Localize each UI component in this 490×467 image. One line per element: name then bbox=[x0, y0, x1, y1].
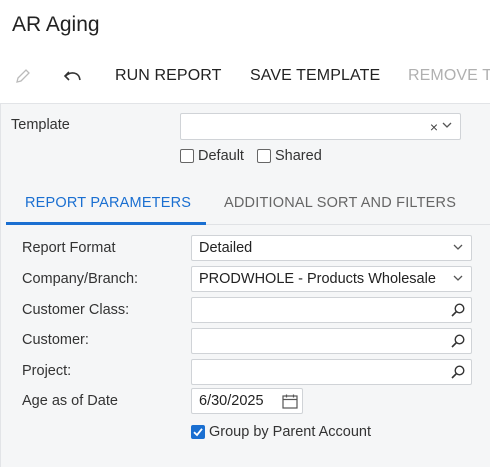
report-format-value: Detailed bbox=[199, 240, 253, 256]
check-icon bbox=[193, 428, 203, 437]
company-branch-label: Company/Branch: bbox=[22, 271, 139, 287]
shared-checkbox[interactable]: Shared bbox=[257, 148, 322, 164]
clear-icon[interactable]: × bbox=[430, 119, 438, 135]
run-report-button[interactable]: RUN REPORT bbox=[115, 67, 222, 85]
group-by-parent-label: Group by Parent Account bbox=[209, 424, 372, 440]
customer-label: Customer: bbox=[22, 332, 89, 348]
page-title: AR Aging bbox=[12, 13, 100, 36]
report-format-select[interactable]: Detailed bbox=[191, 235, 472, 261]
template-select[interactable]: × bbox=[180, 113, 461, 140]
company-branch-select[interactable]: PRODWHOLE - Products Wholesale bbox=[191, 266, 472, 292]
toolbar: RUN REPORT SAVE TEMPLATE REMOVE T bbox=[0, 58, 490, 94]
search-icon[interactable] bbox=[450, 302, 466, 318]
company-branch-value: PRODWHOLE - Products Wholesale bbox=[199, 271, 436, 287]
save-template-button[interactable]: SAVE TEMPLATE bbox=[250, 67, 380, 85]
project-label: Project: bbox=[22, 363, 72, 379]
template-label: Template bbox=[11, 117, 70, 133]
search-icon[interactable] bbox=[450, 333, 466, 349]
customer-class-input[interactable] bbox=[191, 297, 472, 323]
remove-template-button[interactable]: REMOVE T bbox=[408, 67, 490, 85]
project-input[interactable] bbox=[191, 359, 472, 385]
group-by-parent-checkbox-box[interactable] bbox=[191, 425, 205, 439]
age-as-of-date-label: Age as of Date bbox=[22, 393, 118, 409]
shared-checkbox-label: Shared bbox=[275, 148, 322, 164]
chevron-down-icon[interactable] bbox=[452, 240, 464, 254]
undo-icon[interactable] bbox=[63, 66, 83, 86]
age-as-of-date-value: 6/30/2025 bbox=[199, 393, 264, 409]
default-checkbox-box[interactable] bbox=[180, 149, 194, 163]
age-as-of-date-input[interactable]: 6/30/2025 bbox=[191, 388, 303, 414]
calendar-icon[interactable] bbox=[281, 393, 299, 410]
tab-bar: REPORT PARAMETERS ADDITIONAL SORT AND FI… bbox=[6, 189, 490, 225]
report-format-label: Report Format bbox=[22, 240, 116, 256]
active-tab-indicator bbox=[6, 222, 206, 225]
customer-input[interactable] bbox=[191, 328, 472, 354]
tab-additional-sort-filters[interactable]: ADDITIONAL SORT AND FILTERS bbox=[224, 195, 456, 211]
shared-checkbox-box[interactable] bbox=[257, 149, 271, 163]
default-checkbox[interactable]: Default bbox=[180, 148, 244, 164]
group-by-parent-checkbox[interactable]: Group by Parent Account bbox=[191, 424, 371, 440]
search-icon[interactable] bbox=[450, 364, 466, 380]
default-checkbox-label: Default bbox=[198, 148, 244, 164]
chevron-down-icon[interactable] bbox=[441, 118, 453, 132]
chevron-down-icon[interactable] bbox=[452, 271, 464, 285]
tab-report-parameters[interactable]: REPORT PARAMETERS bbox=[25, 195, 191, 211]
customer-class-label: Customer Class: bbox=[22, 302, 130, 318]
pencil-icon[interactable] bbox=[13, 66, 33, 86]
